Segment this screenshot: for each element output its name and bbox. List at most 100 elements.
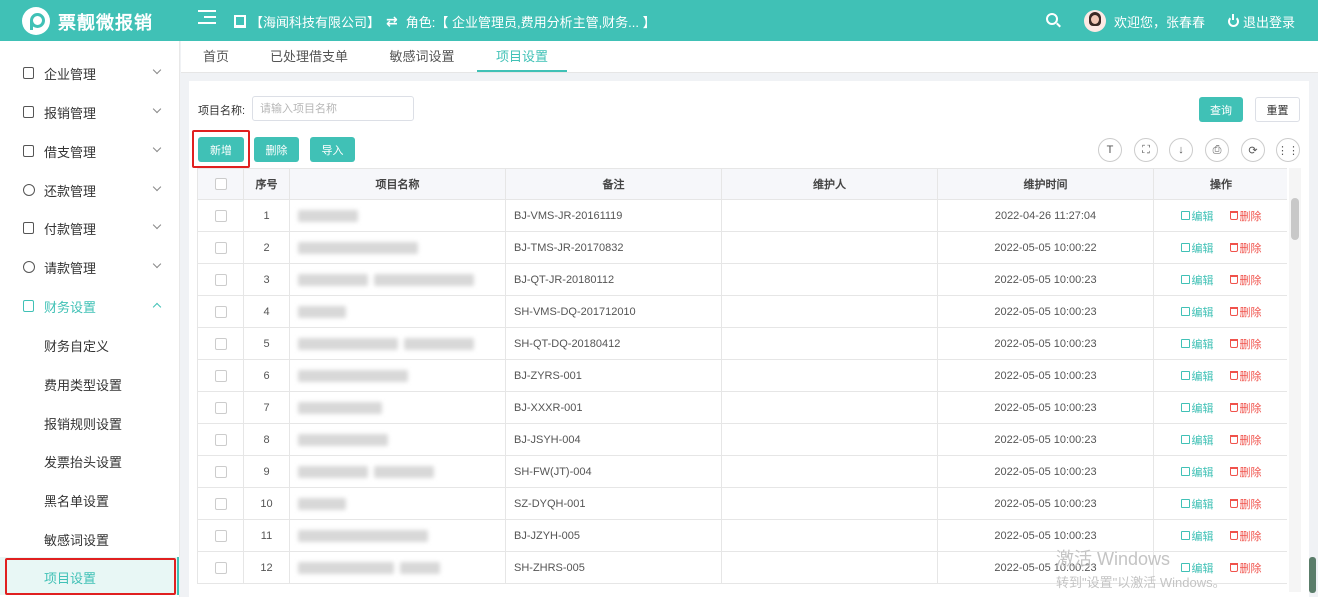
- avatar[interactable]: [1084, 10, 1106, 32]
- edit-button[interactable]: 编辑: [1180, 400, 1214, 416]
- row-select-cell[interactable]: [197, 487, 244, 520]
- project-name-input[interactable]: [252, 96, 414, 121]
- row-delete-button[interactable]: 删除: [1229, 400, 1262, 416]
- edit-button[interactable]: 编辑: [1180, 432, 1214, 448]
- query-button[interactable]: 查询: [1199, 97, 1243, 122]
- edit-button[interactable]: 编辑: [1180, 496, 1214, 512]
- row-select-cell[interactable]: [197, 359, 244, 392]
- scrollbar-thumb[interactable]: [1291, 198, 1299, 240]
- row-checkbox[interactable]: [214, 273, 227, 286]
- row-select-cell[interactable]: [197, 423, 244, 456]
- row-checkbox[interactable]: [214, 529, 227, 542]
- sidebar-sub-sensitive-words[interactable]: 敏感词设置: [0, 519, 180, 557]
- delete-label: 删除: [1239, 402, 1262, 415]
- row-delete-button[interactable]: 删除: [1229, 304, 1262, 320]
- row-checkbox[interactable]: [214, 241, 227, 254]
- row-delete-button[interactable]: 删除: [1229, 368, 1262, 384]
- row-select-cell[interactable]: [197, 455, 244, 488]
- chevron-down-icon: [152, 104, 162, 114]
- row-checkbox[interactable]: [214, 209, 227, 222]
- reset-button[interactable]: 重置: [1255, 97, 1300, 122]
- sidebar-sub-project-settings[interactable]: 项目设置: [0, 557, 180, 595]
- edit-button[interactable]: 编辑: [1180, 336, 1214, 352]
- sidebar-item-request[interactable]: 请款管理: [0, 248, 180, 286]
- edit-button[interactable]: 编辑: [1180, 560, 1214, 576]
- swap-icon: ⇄: [386, 13, 398, 29]
- row-checkbox[interactable]: [214, 433, 227, 446]
- search-icon[interactable]: [1046, 13, 1058, 25]
- row-select-cell[interactable]: [197, 551, 244, 584]
- sidebar-sub-label: 发票抬头设置: [44, 455, 123, 470]
- row-delete-button[interactable]: 删除: [1229, 336, 1262, 352]
- sidebar-sub-blacklist[interactable]: 黑名单设置: [0, 480, 180, 518]
- sidebar-sub-finance-custom[interactable]: 财务自定义: [0, 325, 180, 363]
- row-delete-button[interactable]: 删除: [1229, 432, 1262, 448]
- row-checkbox[interactable]: [214, 401, 227, 414]
- sidebar-sub-expense-type[interactable]: 费用类型设置: [0, 364, 180, 402]
- row-select-cell[interactable]: [197, 295, 244, 328]
- tab-project-settings[interactable]: 项目设置: [477, 41, 567, 72]
- row-select-cell[interactable]: [197, 263, 244, 296]
- select-all-checkbox[interactable]: [214, 178, 227, 191]
- row-delete-button[interactable]: 删除: [1229, 560, 1262, 576]
- row-delete-button[interactable]: 删除: [1229, 464, 1262, 480]
- redacted-name: [298, 561, 394, 574]
- redacted-name: [298, 433, 388, 446]
- edit-button[interactable]: 编辑: [1180, 240, 1214, 256]
- company-selector[interactable]: 【海闻科技有限公司】: [234, 12, 380, 31]
- sidebar-sub-reimburse-rules[interactable]: 报销规则设置: [0, 403, 180, 441]
- project-name-label: 项目名称:: [198, 105, 246, 117]
- tab-home[interactable]: 首页: [195, 41, 237, 72]
- refresh-icon[interactable]: ⟳: [1241, 138, 1265, 162]
- edit-button[interactable]: 编辑: [1180, 208, 1214, 224]
- reimburse-icon: [23, 106, 34, 118]
- row-select-cell[interactable]: [197, 199, 244, 232]
- row-select-cell[interactable]: [197, 231, 244, 264]
- delete-button[interactable]: 删除: [254, 137, 299, 162]
- row-delete-button[interactable]: 删除: [1229, 496, 1262, 512]
- select-all-cell[interactable]: [197, 168, 244, 200]
- row-delete-button[interactable]: 删除: [1229, 208, 1262, 224]
- tab-processed-loans[interactable]: 已处理借支单: [265, 41, 353, 72]
- fullscreen-icon[interactable]: ⛶: [1134, 138, 1158, 162]
- sidebar-sub-invoice-title[interactable]: 发票抬头设置: [0, 441, 180, 479]
- table-scrollbar[interactable]: [1289, 168, 1301, 592]
- edit-button[interactable]: 编辑: [1180, 272, 1214, 288]
- row-checkbox[interactable]: [214, 561, 227, 574]
- row-select-cell[interactable]: [197, 519, 244, 552]
- edit-button[interactable]: 编辑: [1180, 528, 1214, 544]
- tab-sensitive-words[interactable]: 敏感词设置: [381, 41, 463, 72]
- row-checkbox[interactable]: [214, 465, 227, 478]
- row-delete-button[interactable]: 删除: [1229, 272, 1262, 288]
- print-icon[interactable]: ⎙: [1205, 138, 1229, 162]
- text-size-icon[interactable]: T: [1098, 138, 1122, 162]
- delete-label: 删除: [1239, 242, 1262, 255]
- add-button[interactable]: 新增: [198, 137, 244, 162]
- columns-icon[interactable]: ⋮⋮: [1276, 138, 1300, 162]
- row-checkbox[interactable]: [214, 369, 227, 382]
- row-select-cell[interactable]: [197, 391, 244, 424]
- row-checkbox[interactable]: [214, 337, 227, 350]
- sidebar-item-reimburse[interactable]: 报销管理: [0, 93, 180, 131]
- row-checkbox[interactable]: [214, 305, 227, 318]
- actions-cell: 编辑 删除: [1153, 231, 1287, 264]
- menu-collapse-icon[interactable]: [198, 10, 216, 24]
- edit-button[interactable]: 编辑: [1180, 304, 1214, 320]
- sidebar-item-payment[interactable]: 付款管理: [0, 209, 180, 247]
- page-scrollbar[interactable]: [1309, 557, 1316, 593]
- sidebar-item-repayment[interactable]: 还款管理: [0, 171, 180, 209]
- logout-button[interactable]: 退出登录: [1228, 12, 1295, 31]
- row-delete-button[interactable]: 删除: [1229, 528, 1262, 544]
- sidebar-item-loan[interactable]: 借支管理: [0, 132, 180, 170]
- edit-button[interactable]: 编辑: [1180, 464, 1214, 480]
- row-checkbox[interactable]: [214, 497, 227, 510]
- sidebar-item-finance-settings[interactable]: 财务设置: [0, 287, 180, 325]
- download-icon[interactable]: ↓: [1169, 138, 1193, 162]
- row-select-cell[interactable]: [197, 327, 244, 360]
- maintain-time-cell: 2022-05-05 10:00:23: [937, 423, 1154, 456]
- sidebar-item-enterprise[interactable]: 企业管理: [0, 54, 180, 92]
- edit-button[interactable]: 编辑: [1180, 368, 1214, 384]
- import-button[interactable]: 导入: [310, 137, 355, 162]
- role-selector[interactable]: ⇄ 角色:【 企业管理员,费用分析主管,财务... 】: [386, 12, 656, 31]
- row-delete-button[interactable]: 删除: [1229, 240, 1262, 256]
